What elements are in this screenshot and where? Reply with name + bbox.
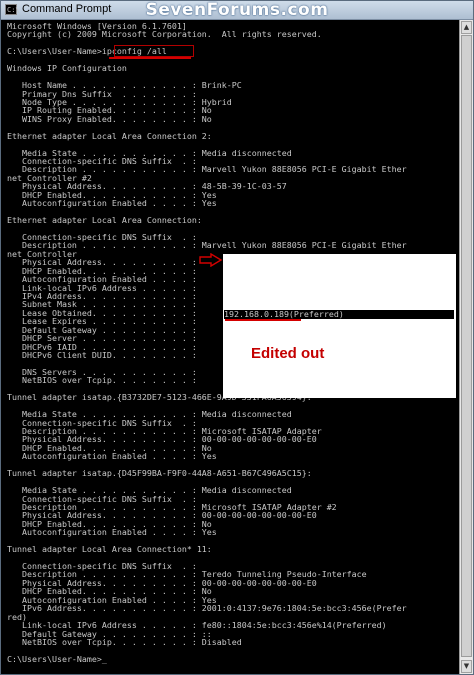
console-line: DHCP Enabled. . . . . . . . . . . : No	[7, 586, 212, 597]
console-line: WINS Proxy Enabled. . . . . . . . : No	[7, 113, 212, 124]
console-line: Ethernet adapter Local Area Connection 2…	[7, 130, 212, 141]
console-line: Tunnel adapter Local Area Connection* 11…	[7, 544, 212, 555]
console-line: net Controller #2	[7, 172, 92, 183]
console-line: Microsoft Windows [Version 6.1.7601]	[7, 21, 187, 31]
console-line: Node Type . . . . . . . . . . . . : Hybr…	[7, 96, 232, 107]
console-line: Autoconfiguration Enabled . . . . : Yes	[7, 594, 217, 605]
console-line: Description . . . . . . . . . . . : Micr…	[7, 501, 337, 512]
console-line: Media State . . . . . . . . . . . : Medi…	[7, 485, 292, 496]
title-bar[interactable]: C:\ Command Prompt SevenForums.com	[1, 1, 473, 20]
console-line: DHCP Enabled. . . . . . . . . . . : No	[7, 518, 212, 529]
console-line: Media State . . . . . . . . . . . : Medi…	[7, 409, 292, 420]
console-output[interactable]: Microsoft Windows [Version 6.1.7601] Copy…	[1, 20, 459, 674]
console-line: IPv6 Address. . . . . . . . . . . : 2001…	[7, 603, 407, 614]
console-line: Description . . . . . . . . . . . : Marv…	[7, 164, 407, 175]
console-line: Physical Address. . . . . . . . . : 00-0…	[7, 434, 317, 445]
red-outline-arrow-icon	[199, 253, 223, 267]
console-line: Autoconfiguration Enabled . . . . : Yes	[7, 527, 217, 538]
console-line: Windows IP Configuration	[7, 63, 127, 74]
ipv4-underline	[225, 319, 301, 321]
redaction-box	[223, 254, 456, 398]
console-line: DHCP Enabled. . . . . . . . . . . : No	[7, 442, 212, 453]
watermark: SevenForums.com	[145, 0, 329, 20]
command-underline	[109, 57, 191, 59]
console-line: C:\Users\User-Name>ipconfig /all	[7, 46, 167, 57]
vertical-scrollbar[interactable]: ▲ ▼	[459, 20, 473, 674]
console-line: Tunnel adapter isatap.{D45F99BA-F9F0-44A…	[7, 468, 312, 479]
console-line: Connection-specific DNS Suffix . :	[7, 561, 197, 571]
console-line: Autoconfiguration Enabled . . . . : Yes	[7, 451, 217, 462]
console-line: Host Name . . . . . . . . . . . . : Brin…	[7, 80, 242, 91]
console-line: Description . . . . . . . . . . . : Tere…	[7, 569, 367, 580]
console-line: DHCP Enabled. . . . . . . . . . . : Yes	[7, 189, 217, 200]
console-line: Ethernet adapter Local Area Connection:	[7, 215, 202, 226]
scroll-up-arrow-icon[interactable]: ▲	[461, 21, 472, 34]
console-line: Description . . . . . . . . . . . : Micr…	[7, 426, 322, 436]
console-line: Description . . . . . . . . . . . : Marv…	[7, 240, 407, 251]
console-line: Copyright (c) 2009 Microsoft Corporation…	[7, 29, 322, 40]
console-line: Media State . . . . . . . . . . . : Medi…	[7, 147, 292, 158]
console-line: Connection-specific DNS Suffix . :	[7, 231, 197, 242]
console-line: Autoconfiguration Enabled . . . . : Yes	[7, 198, 217, 209]
scroll-down-arrow-icon[interactable]: ▼	[461, 660, 472, 673]
console-line: Physical Address. . . . . . . . . : 00-0…	[7, 510, 317, 521]
command-prompt-window: C:\ Command Prompt SevenForums.com Micro…	[0, 0, 474, 675]
edited-out-label: Edited out	[251, 345, 325, 362]
console-line: Link-local IPv6 Address . . . . . : fe80…	[7, 620, 387, 631]
console-line: IP Routing Enabled. . . . . . . . : No	[7, 105, 212, 116]
ipv4-value: 192.168.0.189(Preferred)	[224, 310, 454, 319]
console-line: NetBIOS over Tcpip. . . . . . . . : Disa…	[7, 636, 242, 647]
console-line: C:\Users\User-Name>_	[7, 653, 107, 664]
console-line: Physical Address. . . . . . . . . : 00-0…	[7, 577, 317, 588]
scroll-thumb[interactable]	[461, 35, 472, 657]
console-line: Physical Address. . . . . . . . . : 48-5…	[7, 181, 287, 192]
